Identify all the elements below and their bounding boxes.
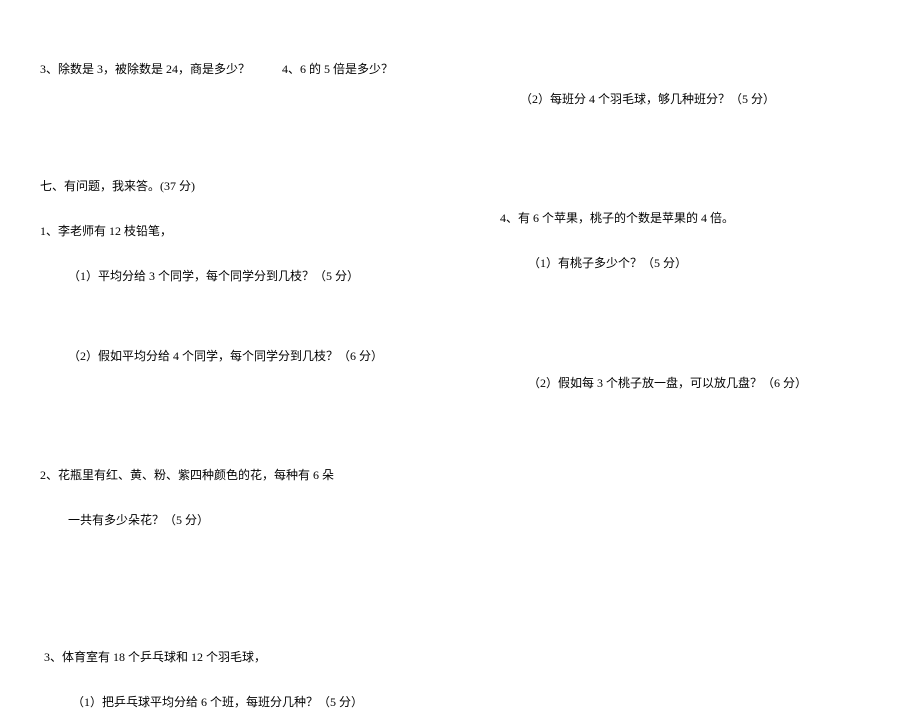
question-7-4: 4、有 6 个苹果，桃子的个数是苹果的 4 倍。: [500, 209, 880, 228]
right-column: （2）每班分 4 个羽毛球，够几种班分？（5 分） 4、有 6 个苹果，桃子的个…: [500, 60, 880, 710]
question-7-3-2: （2）每班分 4 个羽毛球，够几种班分？（5 分）: [520, 90, 880, 109]
question-7-3-1: （1）把乒乓球平均分给 6 个班，每班分几种？（5 分）: [44, 693, 440, 710]
question-7-3: 3、体育室有 18 个乒乓球和 12 个羽毛球，: [44, 648, 440, 667]
question-4: 4、6 的 5 倍是多少？: [282, 60, 393, 77]
page-container: 3、除数是 3，被除数是 24，商是多少？ 4、6 的 5 倍是多少？ 七、有问…: [40, 60, 880, 710]
left-column: 3、除数是 3，被除数是 24，商是多少？ 4、6 的 5 倍是多少？ 七、有问…: [40, 60, 440, 710]
question-7-4-2: （2）假如每 3 个桃子放一盘，可以放几盘？（6 分）: [500, 374, 880, 393]
question-7-1-2: （2）假如平均分给 4 个同学，每个同学分到几枝？（6 分）: [40, 347, 440, 366]
question-7-2-cont: 一共有多少朵花？（5 分）: [40, 511, 440, 528]
question-7-1: 1、李老师有 12 枝铅笔，: [40, 222, 440, 241]
question-7-1-1: （1）平均分给 3 个同学，每个同学分到几枝？（5 分）: [40, 267, 440, 286]
question-row-3-4: 3、除数是 3，被除数是 24，商是多少？ 4、6 的 5 倍是多少？: [40, 60, 440, 77]
section-7-heading: 七、有问题，我来答。(37 分): [40, 177, 440, 196]
question-7-2: 2、花瓶里有红、黄、粉、紫四种颜色的花，每种有 6 朵: [40, 466, 440, 485]
question-7-4-1: （1）有桃子多少个？（5 分）: [500, 254, 880, 273]
question-3: 3、除数是 3，被除数是 24，商是多少？: [40, 60, 250, 77]
